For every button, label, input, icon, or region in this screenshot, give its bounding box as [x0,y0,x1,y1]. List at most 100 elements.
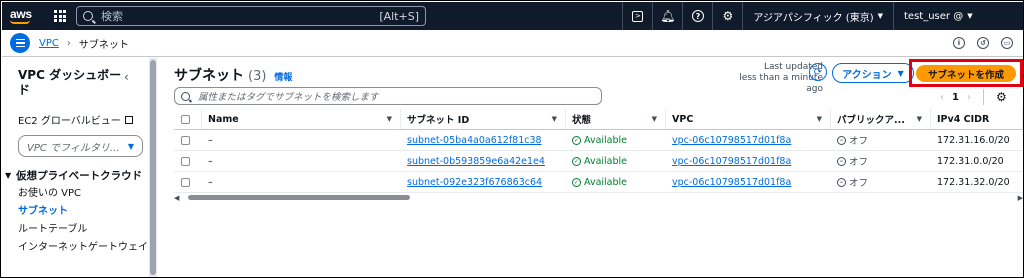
breadcrumb: VPC › サブネット [39,36,129,51]
table-search-placeholder: 属性またはタグでサブネットを検索します [198,92,379,103]
minus-circle-icon: – [837,135,846,145]
search-icon [83,11,93,21]
cell-cidr: 172.31.32.0/20 [937,176,1010,188]
sort-icon[interactable]: ▼ [652,115,657,123]
sidebar: VPC ダッシュボード ‹ EC2 グローバルビュー VPC でフィルタリ...… [2,58,149,277]
status-label: Available [584,134,628,146]
row-checkbox[interactable] [181,156,190,166]
table-row[interactable]: – subnet-05ba4a0a612f81c38 ✓ Available vp… [174,130,1023,151]
preferences-gear-icon[interactable]: ⚙ [996,90,1007,104]
create-subnet-button[interactable]: サブネットを作成 [916,65,1016,82]
cloudshell-button[interactable]: > [622,2,652,30]
vpc-filter-select[interactable]: VPC でフィルタリ... ▼ [18,135,143,157]
select-all-checkbox-cell[interactable] [174,109,202,129]
settings-button[interactable]: ⚙ [712,2,742,30]
history-icon[interactable]: ↺ [977,37,989,49]
info-icon[interactable]: i [953,37,965,49]
check-circle-icon: ✓ [572,135,581,145]
column-header-state[interactable]: 状態 ▼ [566,109,666,129]
vpc-id-link[interactable]: vpc-06c10798517d01f8a [672,156,791,167]
search-icon [181,91,190,101]
table-row[interactable]: – subnet-092e323f676863c64 ✓ Available vp… [174,172,1023,193]
subnet-id-link[interactable]: subnet-0b593859e6a42e1e4 [407,156,545,167]
scrollbar-thumb[interactable] [188,195,410,200]
region-label: アジアパシフィック (東京) [753,12,874,24]
help-button[interactable]: ? [682,2,712,30]
subnet-id-link[interactable]: subnet-092e323f676863c64 [407,177,542,188]
public-ip-status: – オフ [837,154,868,168]
checkbox[interactable] [181,114,190,124]
subnets-table: Name ▼ サブネット ID ▼ 状態 ▼ VPC ▼ パブリックア... ▼ IPv4… [174,109,1023,193]
top-navigation: aws 検索 [Alt+S] > 🔔︎ ? ⚙ アジアパシフィック (東京) ▼… [2,2,1023,30]
public-ip-label: オフ [849,178,869,189]
caret-down-icon: ▼ [5,171,12,180]
info-link[interactable]: 情報 [274,70,292,83]
status-badge: ✓ Available [572,156,627,167]
check-circle-icon: ✓ [572,156,581,166]
sort-icon[interactable]: ▼ [917,115,922,123]
cloudshell-icon: > [632,10,644,22]
table-search-input[interactable]: 属性またはタグでサブネットを検索します [174,87,602,105]
highlight-box: サブネットを作成 [909,59,1023,87]
cell-cidr: 172.31.16.0/20 [937,134,1010,146]
external-link-icon [124,115,133,124]
user-label: test_user @ [904,10,964,22]
sidebar-item-your-vpcs[interactable]: お使いの VPC [18,187,149,201]
side-menu-button[interactable] [10,33,30,53]
item-count: (3) [248,69,267,84]
sidebar-item-route-tables[interactable]: ルートテーブル [18,223,149,237]
sidebar-ec2-label: EC2 グローバルビュー [18,116,121,127]
global-search-input[interactable]: 検索 [Alt+S] [76,6,426,26]
vpc-id-link[interactable]: vpc-06c10798517d01f8a [672,177,791,188]
region-selector[interactable]: アジアパシフィック (東京) ▼ [742,2,893,30]
row-checkbox[interactable] [181,135,190,145]
sort-icon[interactable]: ▼ [387,115,392,123]
page-number[interactable]: 1 [952,92,959,103]
actions-dropdown[interactable]: アクション ▼ [832,63,914,83]
public-ip-status: – オフ [837,133,868,147]
status-label: Available [584,155,628,167]
scroll-left-icon[interactable]: ◀ [174,194,179,202]
notifications-button[interactable]: 🔔︎ [652,2,682,30]
sidebar-title: VPC ダッシュボード [18,68,122,97]
row-checkbox[interactable] [181,177,190,187]
sort-icon[interactable]: ▼ [817,115,822,123]
sidebar-section-vpc[interactable]: ▼ 仮想プライベートクラウド [5,169,149,183]
aws-logo[interactable]: aws [10,8,40,24]
column-header-public[interactable]: パブリックア... ▼ [831,109,931,129]
main-content: サブネット (3) 情報 Last updated less than a mi… [159,58,1023,277]
public-ip-label: オフ [849,136,869,147]
sidebar-ec2-global-view[interactable]: EC2 グローバルビュー [18,112,149,127]
chevron-right-icon[interactable]: › [967,92,971,103]
console-window: aws 検索 [Alt+S] > 🔔︎ ? ⚙ アジアパシフィック (東京) ▼… [0,0,1024,278]
subnet-id-link[interactable]: subnet-05ba4a0a612f81c38 [407,135,542,146]
breadcrumb-current: サブネット [78,39,129,51]
column-header-name[interactable]: Name ▼ [202,109,401,129]
page-header: サブネット (3) 情報 [174,65,292,85]
sidebar-item-subnets[interactable]: サブネット [18,205,149,219]
column-header-ipv4-cidr[interactable]: IPv4 CIDR [931,109,1023,129]
screen-icon[interactable]: ▭ [1001,37,1013,49]
scroll-right-icon[interactable]: ▶ [1018,194,1023,202]
column-header-subnet-id[interactable]: サブネット ID ▼ [401,109,566,129]
cell-cidr: 172.31.0.0/20 [937,155,1004,167]
table-row[interactable]: – subnet-0b593859e6a42e1e4 ✓ Available vp… [174,151,1023,172]
sort-icon[interactable]: ▼ [552,115,557,123]
check-circle-icon: ✓ [572,177,581,187]
account-menu[interactable]: test_user @ ▼ [893,2,1023,30]
vpc-id-link[interactable]: vpc-06c10798517d01f8a [672,135,791,146]
chevron-left-icon[interactable]: ‹ [124,70,129,84]
caret-down-icon: ▼ [967,12,973,20]
pagination: ‹ 1 › ⚙ [940,89,1007,105]
actions-label: アクション [842,69,892,81]
sidebar-item-internet-gateways[interactable]: インターネットゲートウェイ [18,241,149,255]
refresh-button[interactable]: ⟳ [809,63,827,81]
public-ip-status: – オフ [837,175,868,189]
services-grid-icon[interactable] [54,10,66,22]
table-horizontal-scrollbar[interactable]: ◀ ▶ [174,194,1023,202]
sidebar-scrollbar[interactable] [149,58,157,277]
chevron-left-icon[interactable]: ‹ [940,92,944,103]
breadcrumb-vpc-link[interactable]: VPC [39,38,59,49]
minus-circle-icon: – [837,156,846,166]
column-header-vpc[interactable]: VPC ▼ [666,109,831,129]
